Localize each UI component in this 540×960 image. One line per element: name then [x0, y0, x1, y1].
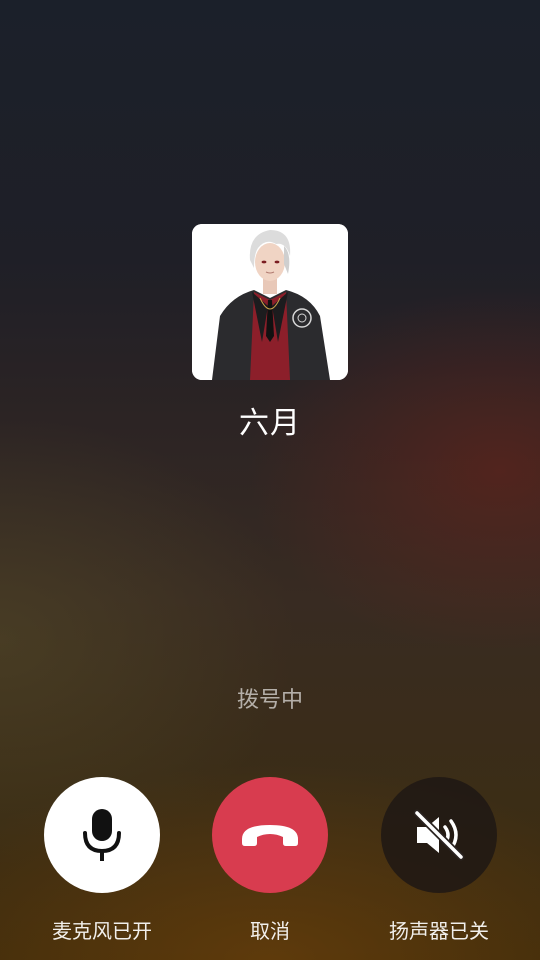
cancel-label: 取消	[250, 919, 290, 943]
microphone-toggle-button[interactable]	[44, 777, 160, 893]
microphone-control: 麦克风已开	[17, 777, 187, 944]
speaker-label: 扬声器已关	[389, 919, 489, 943]
speaker-muted-icon	[413, 809, 465, 861]
caller-avatar-image	[192, 224, 348, 380]
call-status-text: 拨号中	[236, 688, 303, 713]
caller-avatar	[192, 224, 348, 380]
microphone-label: 麦克风已开	[52, 919, 152, 943]
caller-name: 六月	[239, 406, 301, 441]
cancel-control: 取消	[185, 777, 355, 944]
microphone-icon	[83, 809, 121, 861]
speaker-toggle-button[interactable]	[381, 777, 497, 893]
cancel-call-button[interactable]	[212, 777, 328, 893]
hang-up-icon	[242, 825, 298, 846]
speaker-control: 扬声器已关	[354, 777, 524, 944]
